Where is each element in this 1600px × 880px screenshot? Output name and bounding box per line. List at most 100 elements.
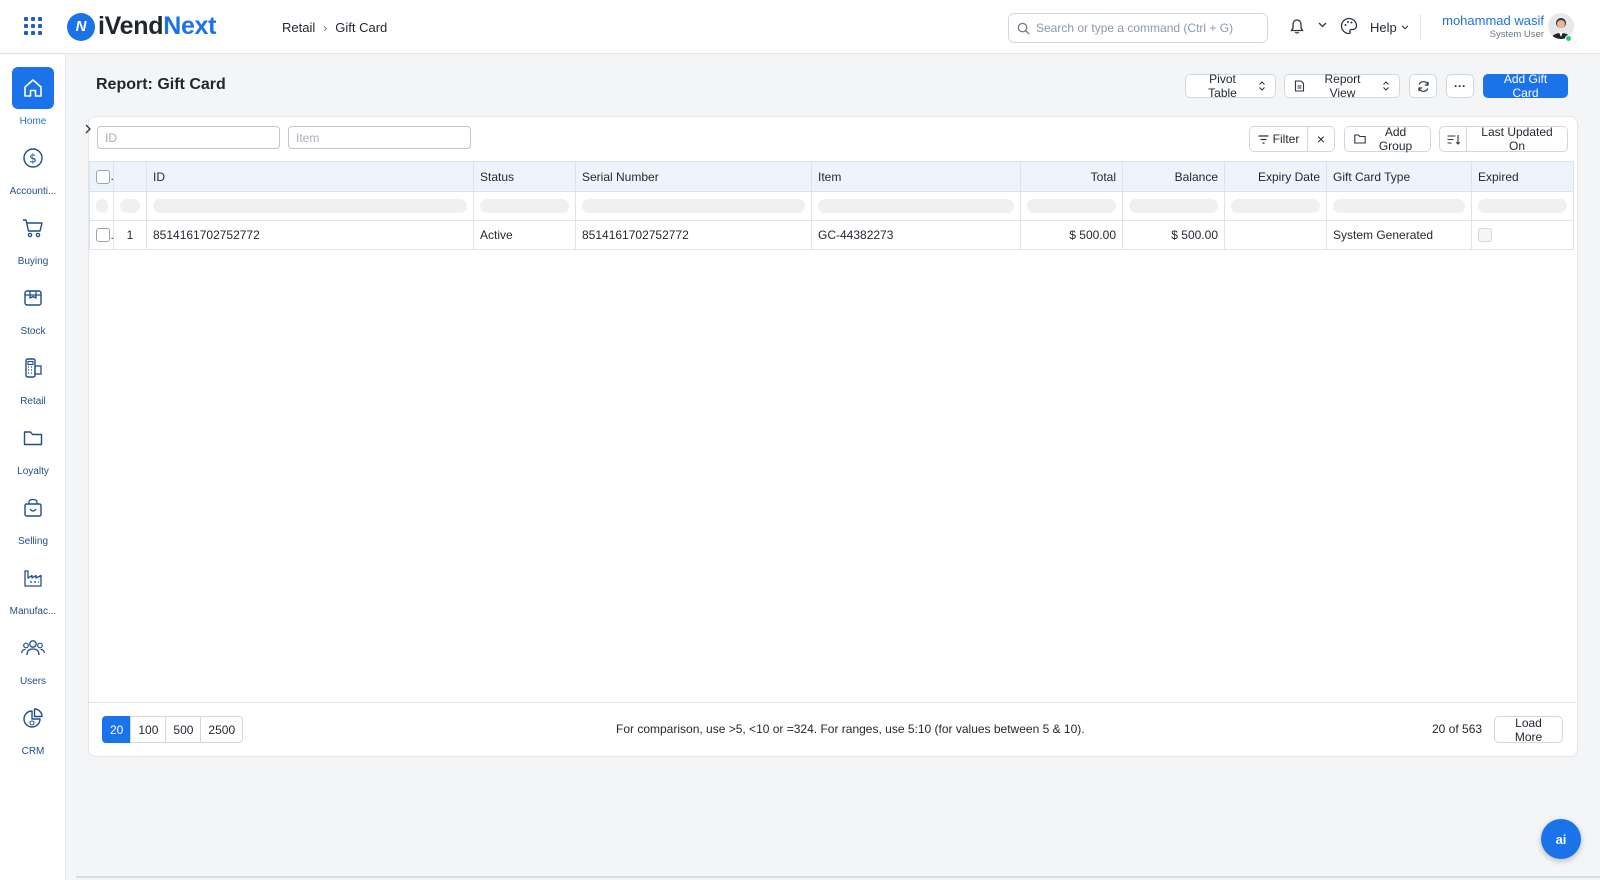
help-menu[interactable]: Help: [1370, 20, 1409, 35]
sidebar-item-label: Selling: [17, 536, 49, 547]
more-options-button[interactable]: ···: [1446, 74, 1474, 98]
select-all-checkbox[interactable]: [96, 169, 110, 184]
palette-icon[interactable]: [1340, 17, 1358, 35]
brand-mark-icon: N: [67, 12, 95, 41]
sidebar-item-stock[interactable]: Stock: [0, 277, 66, 337]
row-checkbox[interactable]: [96, 228, 110, 243]
add-gift-card-button[interactable]: Add Gift Card: [1483, 72, 1568, 100]
sidebar-item-loyalty[interactable]: Loyalty: [0, 417, 66, 477]
column-header-expiry-date[interactable]: Expiry Date: [1224, 161, 1327, 192]
clear-filter-button[interactable]: ×: [1307, 126, 1335, 152]
row-index-header: [113, 161, 147, 192]
cell-id[interactable]: 8514161702752772: [146, 220, 474, 250]
report-view-button[interactable]: Report View: [1284, 72, 1400, 100]
sidebar-item-label: Retail: [20, 396, 46, 407]
users-icon: [20, 640, 46, 656]
pivot-table-button[interactable]: Pivot Table: [1185, 72, 1276, 100]
refresh-button[interactable]: [1409, 74, 1437, 98]
total-column-filter[interactable]: [1020, 191, 1123, 221]
page-size-20[interactable]: 20: [102, 716, 132, 743]
sidebar-item-retail[interactable]: Retail: [0, 347, 66, 407]
brand-logo[interactable]: N iVendNext: [67, 12, 216, 41]
chevron-down-icon: [1401, 25, 1409, 30]
navbar-divider: [1420, 14, 1421, 40]
column-header-gift-card-type[interactable]: Gift Card Type: [1326, 161, 1472, 192]
cell-balance[interactable]: $ 500.00: [1122, 220, 1225, 250]
user-name: mohammad wasif: [1442, 13, 1544, 28]
chevron-right-icon[interactable]: [84, 124, 92, 134]
sidebar-item-accounting[interactable]: $ Accounti...: [0, 137, 66, 197]
item-filter-input[interactable]: [288, 126, 471, 149]
sidebar-item-manufacturing[interactable]: Manufac...: [0, 557, 66, 617]
sidebar-item-label: Stock: [20, 326, 46, 337]
cell-serial-number[interactable]: 8514161702752772: [575, 220, 812, 250]
breadcrumb-gift-card[interactable]: Gift Card: [335, 20, 387, 35]
select-all-cell: [89, 161, 114, 192]
page-title: Report: Gift Card: [96, 76, 226, 93]
balance-column-filter[interactable]: [1122, 191, 1225, 221]
filter-label: Filter: [1272, 132, 1300, 146]
search-box[interactable]: [1008, 13, 1268, 43]
sort-field-button[interactable]: Last Updated On: [1466, 125, 1568, 153]
record-count: 20 of 563: [1432, 722, 1483, 736]
page-size-500[interactable]: 500: [165, 716, 202, 743]
sidebar-item-selling[interactable]: Selling: [0, 487, 66, 547]
page-size-2500[interactable]: 2500: [200, 716, 244, 743]
breadcrumb-retail[interactable]: Retail: [282, 20, 315, 35]
folder-icon: [23, 431, 43, 446]
chevron-down-icon[interactable]: [1318, 22, 1327, 28]
filter-cell: [113, 191, 147, 221]
search-icon: [1017, 22, 1030, 35]
sidebar-item-label: Loyalty: [17, 466, 49, 477]
add-gift-card-label: Add Gift Card: [1503, 72, 1548, 100]
column-header-id[interactable]: ID: [146, 161, 474, 192]
filter-button[interactable]: Filter: [1249, 126, 1308, 152]
column-header-total[interactable]: Total: [1020, 161, 1123, 192]
expiry-column-filter[interactable]: [1224, 191, 1327, 221]
column-header-status[interactable]: Status: [473, 161, 576, 192]
cell-expired[interactable]: [1471, 220, 1574, 250]
id-filter-input[interactable]: [97, 126, 280, 149]
filter-icon: [1258, 134, 1269, 144]
search-input[interactable]: [1036, 21, 1256, 35]
serial-column-filter[interactable]: [575, 191, 812, 221]
page-size-selector: 20 100 500 2500: [102, 716, 244, 743]
box-icon: [24, 290, 42, 306]
sidebar-item-crm[interactable]: CRM: [0, 697, 66, 757]
sidebar-item-users[interactable]: Users: [0, 627, 66, 687]
cell-status[interactable]: Active: [473, 220, 576, 250]
cell-expiry-date[interactable]: [1224, 220, 1327, 250]
sidebar-item-label: CRM: [21, 746, 45, 757]
type-column-filter[interactable]: [1326, 191, 1472, 221]
item-column-filter[interactable]: [811, 191, 1021, 221]
column-header-balance[interactable]: Balance: [1122, 161, 1225, 192]
sort-icon: [1447, 134, 1460, 145]
cell-item[interactable]: GC-44382273: [811, 220, 1021, 250]
sidebar-item-home[interactable]: Home: [0, 67, 66, 127]
sidebar-item-buying[interactable]: Buying: [0, 207, 66, 267]
column-header-expired[interactable]: Expired: [1471, 161, 1574, 192]
user-info[interactable]: mohammad wasif System User: [1442, 13, 1544, 40]
column-filter-row: [89, 191, 1574, 221]
apps-grid-icon[interactable]: [24, 17, 42, 35]
expired-column-filter[interactable]: [1471, 191, 1574, 221]
table-row[interactable]: 1 8514161702752772 Active 85141617027527…: [89, 220, 1574, 250]
id-column-filter[interactable]: [146, 191, 474, 221]
page-size-100[interactable]: 100: [130, 716, 167, 743]
select-arrows-icon: [1259, 81, 1265, 91]
expired-checkbox[interactable]: [1478, 228, 1492, 243]
sort-direction-button[interactable]: [1439, 126, 1467, 152]
load-more-button[interactable]: Load More: [1494, 716, 1563, 744]
ai-assistant-button[interactable]: ai: [1541, 819, 1581, 859]
bottom-scroll-edge: [76, 876, 1600, 878]
add-group-button[interactable]: Add Group: [1344, 125, 1431, 153]
select-arrows-icon: [1383, 81, 1389, 91]
column-header-item[interactable]: Item: [811, 161, 1021, 192]
cell-total[interactable]: $ 500.00: [1020, 220, 1123, 250]
notification-bell-icon[interactable]: [1289, 18, 1305, 35]
column-header-serial-number[interactable]: Serial Number: [575, 161, 812, 192]
status-column-filter[interactable]: [473, 191, 576, 221]
filter-hint-text: For comparison, use >5, <10 or =324. For…: [616, 722, 1085, 736]
folder-icon: [1354, 134, 1366, 144]
cell-gift-card-type[interactable]: System Generated: [1326, 220, 1472, 250]
